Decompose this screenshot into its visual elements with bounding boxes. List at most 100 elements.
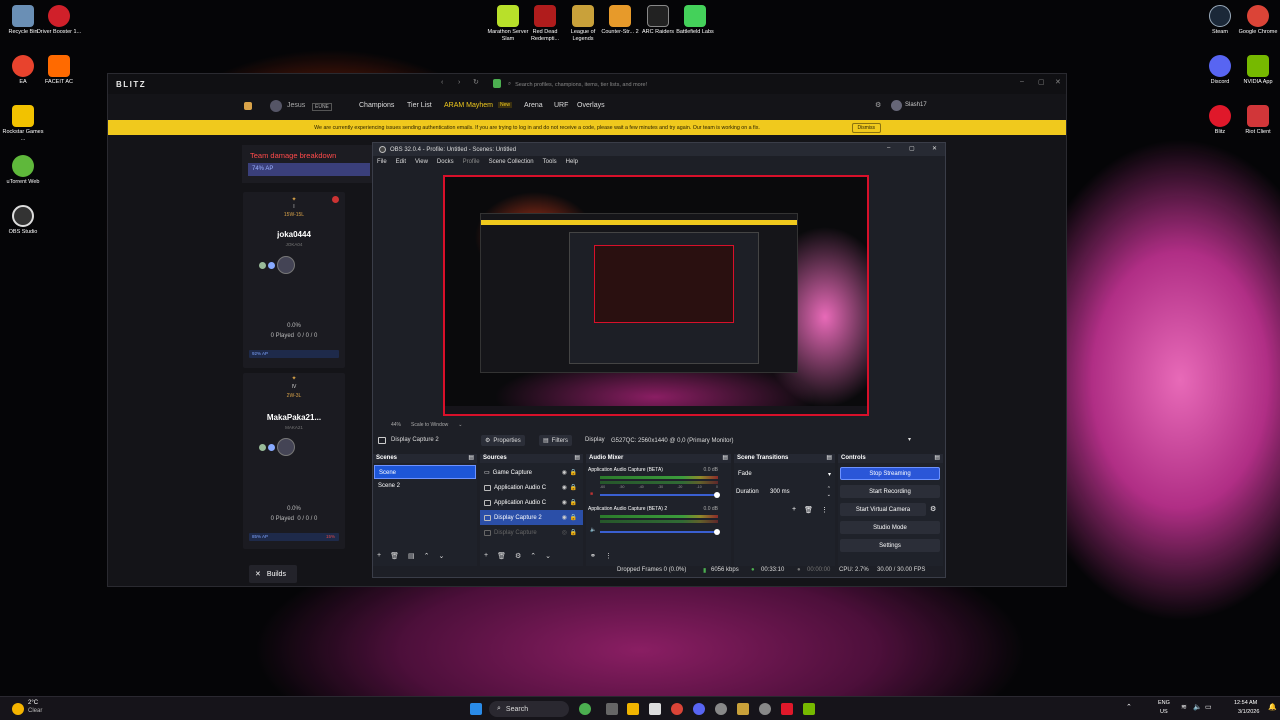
- menu-edit[interactable]: Edit: [396, 159, 406, 165]
- dock-menu-icon[interactable]: ▤: [722, 454, 728, 463]
- language[interactable]: ENG: [1158, 700, 1170, 706]
- eye-icon[interactable]: ◉: [562, 514, 567, 521]
- maximize-icon[interactable]: ▢: [909, 145, 915, 152]
- nvidia-icon[interactable]: [803, 703, 815, 715]
- region-badge[interactable]: EUNE: [312, 103, 332, 111]
- player-card[interactable]: ✦ I 15W-15L joka0444 JOKA04 0.0% 0 Playe…: [243, 192, 345, 368]
- discord-icon[interactable]: [693, 703, 705, 715]
- studio-mode-button[interactable]: Studio Mode: [840, 521, 940, 534]
- avatar[interactable]: [270, 100, 282, 112]
- scene-item[interactable]: Scene: [374, 465, 476, 479]
- maximize-icon[interactable]: ▢: [1038, 78, 1045, 86]
- store-icon[interactable]: [649, 703, 661, 715]
- stop-streaming-button[interactable]: Stop Streaming: [840, 467, 940, 480]
- trash-icon[interactable]: 🗑: [804, 506, 813, 514]
- blitz-icon[interactable]: [781, 703, 793, 715]
- menu-help[interactable]: Help: [566, 159, 578, 165]
- close-icon[interactable]: ✕: [932, 145, 937, 152]
- minimize-icon[interactable]: –: [887, 145, 890, 151]
- dock-menu-icon[interactable]: ▤: [468, 454, 474, 463]
- taskbar-search[interactable]: ⌕ Search: [489, 701, 569, 717]
- notifications-icon[interactable]: 🔔: [1268, 703, 1277, 711]
- spinner-icon[interactable]: ⌃ ⌄: [827, 486, 831, 498]
- dock-menu-icon[interactable]: ▤: [574, 454, 580, 463]
- gear-icon[interactable]: ⚙: [930, 505, 936, 513]
- trash-icon[interactable]: 🗑: [497, 552, 506, 560]
- keyboard-region[interactable]: US: [1160, 709, 1168, 715]
- blitz-search[interactable]: ⌕ Search profiles, champions, items, tie…: [508, 79, 698, 90]
- clock-date[interactable]: 3/1/2026: [1238, 709, 1259, 715]
- transition-select[interactable]: Fade ▾: [736, 468, 833, 480]
- close-icon[interactable]: ✕: [1055, 78, 1061, 86]
- faceit-icon[interactable]: FACEIT AC: [36, 55, 82, 86]
- chrome-icon[interactable]: [671, 703, 683, 715]
- league-app-icon[interactable]: [493, 79, 501, 88]
- menu-profile[interactable]: Profile: [463, 159, 480, 165]
- nav-urf[interactable]: URF: [554, 102, 568, 109]
- source-item[interactable]: Display Capture 2 ◉ 🔒: [480, 510, 583, 525]
- forward-icon[interactable]: ›: [458, 79, 460, 86]
- chevron-down-icon[interactable]: ⌄: [438, 552, 444, 560]
- scale-mode-select[interactable]: Scale to Window: [411, 422, 448, 428]
- gear-icon[interactable]: ⚙: [515, 552, 521, 560]
- display-select[interactable]: G527QC: 2560x1440 @ 0,0 (Primary Monitor…: [611, 435, 911, 446]
- volume-slider[interactable]: [600, 531, 718, 533]
- add-icon[interactable]: +: [792, 506, 796, 514]
- file-explorer-icon[interactable]: [627, 703, 639, 715]
- properties-button[interactable]: ⚙ Properties: [481, 435, 525, 446]
- nav-arena[interactable]: Arena: [524, 102, 543, 109]
- more-icon[interactable]: ⋮: [821, 506, 828, 514]
- nav-aram-mayhem[interactable]: ARAM Mayhem: [444, 102, 493, 109]
- menu-docks[interactable]: Docks: [437, 159, 454, 165]
- start-icon[interactable]: [470, 703, 482, 715]
- lol-game-icon[interactable]: [244, 102, 252, 110]
- start-recording-button[interactable]: Start Recording: [840, 485, 940, 498]
- rockstar-games-icon[interactable]: Rockstar Games ...: [0, 105, 46, 142]
- add-icon[interactable]: +: [484, 552, 488, 560]
- nav-champions[interactable]: Champions: [359, 102, 394, 109]
- dock-menu-icon[interactable]: ▤: [826, 454, 832, 463]
- volume-knob[interactable]: [714, 492, 720, 498]
- widgets-icon[interactable]: [579, 703, 591, 715]
- volume-slider[interactable]: [600, 494, 718, 496]
- weather-icon[interactable]: [12, 703, 24, 715]
- nav-overlays[interactable]: Overlays: [577, 102, 605, 109]
- menu-scene-collection[interactable]: Scene Collection: [489, 159, 534, 165]
- speaker-icon[interactable]: 🔈: [590, 527, 596, 533]
- eye-icon[interactable]: ◉: [562, 499, 567, 506]
- builds-button[interactable]: ✕ Builds: [249, 565, 297, 583]
- link-icon[interactable]: ⚭: [590, 552, 596, 560]
- settings-icon[interactable]: [715, 703, 727, 715]
- clock-time[interactable]: 12:54 AM: [1234, 700, 1257, 706]
- chevron-up-icon[interactable]: ⌃: [1126, 703, 1132, 711]
- utorrent-icon[interactable]: uTorrent Web: [0, 155, 46, 186]
- back-icon[interactable]: ‹: [441, 79, 443, 86]
- chevron-down-icon[interactable]: ⌄: [545, 552, 551, 560]
- refresh-icon[interactable]: ↻: [473, 78, 479, 86]
- zoom-level[interactable]: 44%: [391, 422, 401, 428]
- start-virtual-camera-button[interactable]: Start Virtual Camera: [840, 503, 926, 516]
- volume-knob[interactable]: [714, 529, 720, 535]
- add-icon[interactable]: +: [377, 552, 381, 560]
- lock-icon[interactable]: 🔒: [570, 529, 577, 536]
- eye-icon[interactable]: ◉: [562, 484, 567, 491]
- menu-view[interactable]: View: [415, 159, 428, 165]
- chevron-down-icon[interactable]: ⌄: [458, 422, 462, 428]
- lock-icon[interactable]: 🔒: [570, 499, 577, 506]
- lock-icon[interactable]: 🔒: [570, 484, 577, 491]
- obs-icon[interactable]: [759, 703, 771, 715]
- source-item[interactable]: Application Audio C ◉ 🔒: [480, 480, 583, 495]
- filters-button[interactable]: ▤ Filters: [539, 435, 573, 446]
- lock-icon[interactable]: 🔒: [570, 514, 577, 521]
- user-avatar[interactable]: [891, 100, 902, 111]
- chevron-up-icon[interactable]: ⌃: [424, 552, 430, 560]
- menu-file[interactable]: File: [377, 159, 387, 165]
- chevron-up-icon[interactable]: ⌃: [530, 552, 536, 560]
- eye-off-icon[interactable]: ◎: [562, 529, 567, 536]
- player-card[interactable]: ✦ IV 2W-3L MakaPaka21... MAKA21 0.0% 0 P…: [243, 373, 345, 549]
- source-item[interactable]: Application Audio C ◉ 🔒: [480, 495, 583, 510]
- duration-input[interactable]: 300 ms ⌃ ⌄: [768, 486, 833, 498]
- nav-tier-list[interactable]: Tier List: [407, 102, 432, 109]
- source-item[interactable]: ▭ Game Capture ◉ 🔒: [480, 465, 583, 480]
- task-view-icon[interactable]: [606, 703, 618, 715]
